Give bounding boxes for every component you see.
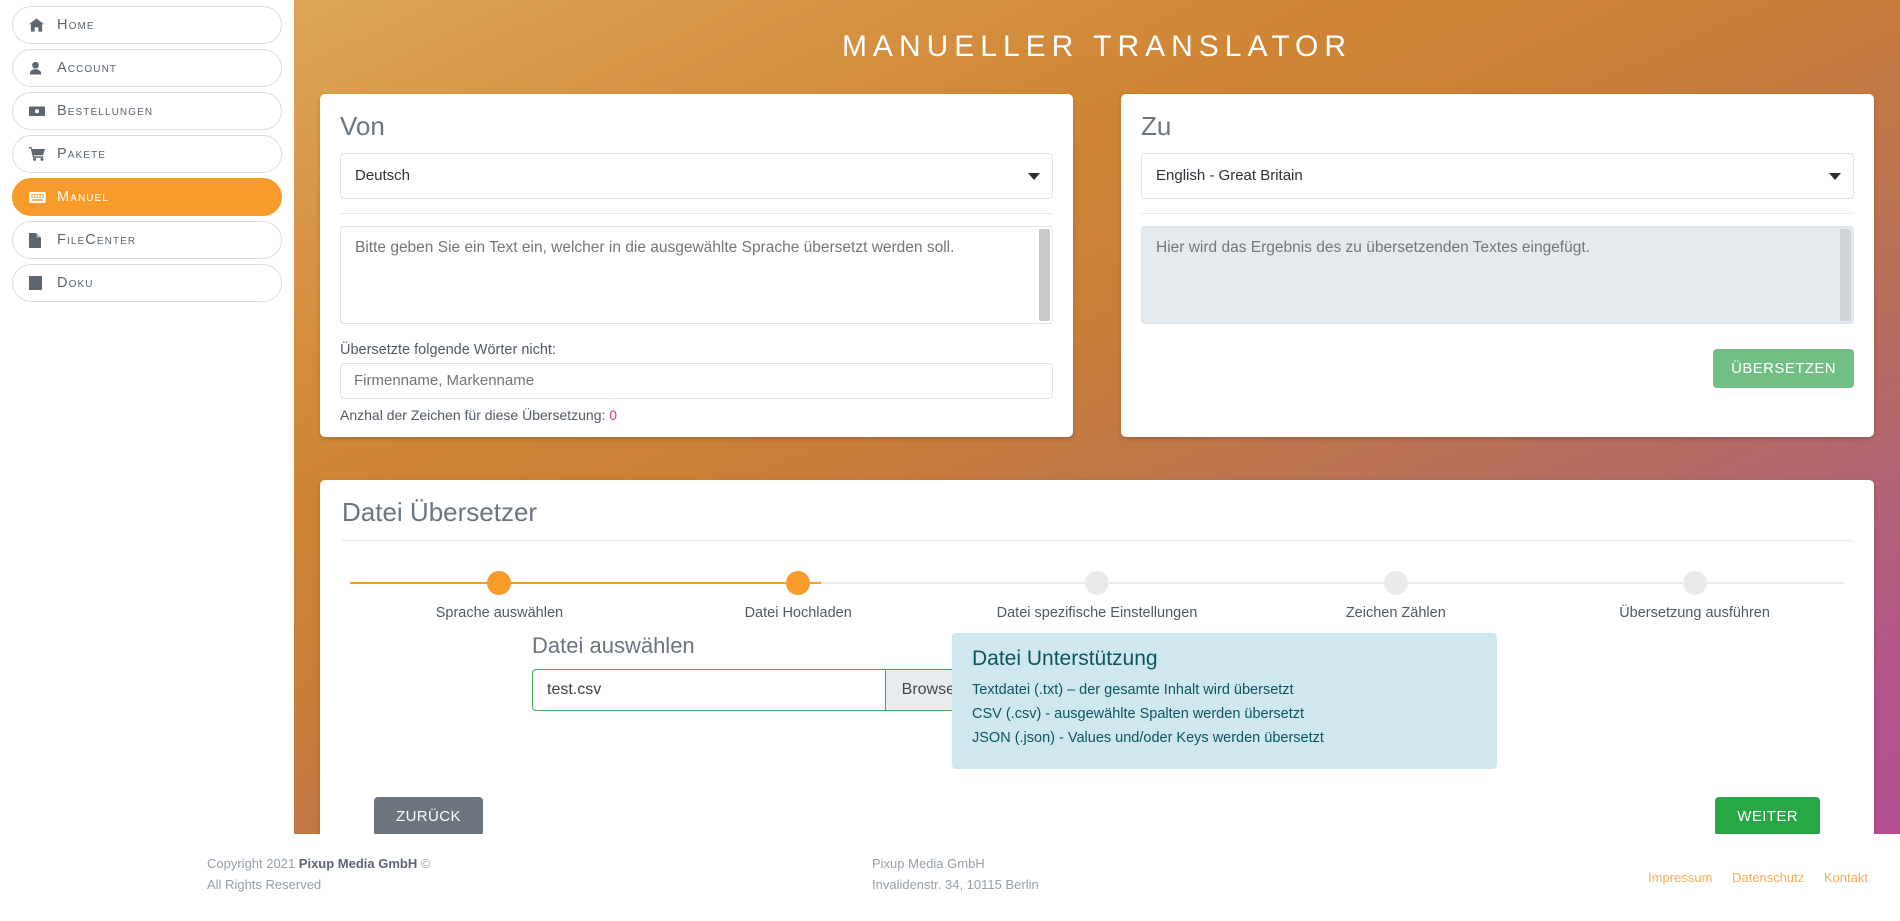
step-datei-hochladen[interactable]: Datei Hochladen (649, 565, 948, 621)
step-label: Datei spezifische Einstellungen (996, 605, 1198, 622)
page-title: Manueller Translator (841, 30, 1353, 63)
file-input-group[interactable]: test.csv Browse (532, 669, 972, 712)
file-icon (29, 232, 51, 248)
step-sprache-auswaehlen[interactable]: Sprache auswählen (350, 565, 649, 621)
exclude-words-input[interactable] (340, 362, 1053, 399)
divider (340, 212, 1053, 214)
translate-button[interactable]: ÜBERSETZEN (1713, 348, 1854, 388)
stepper-steps: Sprache auswählen Datei Hochladen Datei … (350, 565, 1844, 621)
source-language-select[interactable]: Deutsch (340, 152, 1053, 199)
sidebar-item-label: Account (57, 60, 118, 76)
footer-company: Pixup Media GmbH (872, 856, 985, 871)
sidebar-item-label: Manuel (57, 189, 110, 205)
target-card-title: Zu (1141, 111, 1172, 141)
source-card-title: Von (340, 111, 385, 141)
file-support-line: CSV (.csv) - ausgewählte Spalten werden … (972, 706, 1305, 723)
sidebar-item-label: FileCenter (57, 232, 137, 248)
file-action-buttons: ZURÜCK WEITER (342, 796, 1852, 836)
briefcase-icon (29, 105, 51, 117)
step-label: Datei Hochladen (744, 605, 852, 622)
divider (1141, 212, 1854, 214)
source-language-value: Deutsch (355, 167, 411, 185)
sidebar-item-label: Bestellungen (57, 103, 154, 119)
main-content: Manueller Translator Von Deutsch Überset… (294, 0, 1900, 921)
target-textarea-wrap (1141, 225, 1854, 329)
footer-address-block: Pixup Media GmbH Invalidenstr. 34, 10115… (872, 853, 1039, 896)
file-translator-card: Datei Übersetzer Sprache auswählen Datei… (320, 479, 1874, 862)
file-support-title: Datei Unterstützung (972, 647, 1158, 671)
footer-link-datenschutz[interactable]: Datenschutz (1732, 870, 1804, 885)
target-text-output (1141, 225, 1854, 324)
source-text-input[interactable] (340, 225, 1053, 324)
step-zeichen-zaehlen[interactable]: Zeichen Zählen (1246, 565, 1545, 621)
back-button[interactable]: ZURÜCK (374, 796, 483, 836)
user-icon (29, 61, 51, 75)
file-translator-title: Datei Übersetzer (342, 496, 538, 527)
footer-rights: All Rights Reserved (207, 877, 322, 893)
home-icon (29, 18, 51, 32)
sidebar: Home Account Bestellungen Pakete Manuel (0, 0, 294, 921)
sidebar-item-label: Home (57, 17, 95, 33)
sidebar-item-label: Doku (57, 275, 94, 291)
chevron-down-icon (1028, 172, 1040, 180)
file-support-info: Datei Unterstützung Textdatei (.txt) – d… (952, 633, 1497, 769)
sidebar-item-bestellungen[interactable]: Bestellungen (12, 92, 282, 130)
file-selection-block: Datei auswählen test.csv Browse (352, 633, 972, 769)
step-dot (1682, 571, 1707, 596)
translator-panels: Von Deutsch Übersetzte folgende Wörter n… (294, 94, 1900, 437)
step-dot (487, 571, 512, 596)
target-language-select[interactable]: English - Great Britain (1141, 152, 1854, 199)
sidebar-item-home[interactable]: Home (12, 6, 282, 44)
source-textarea-scrollbar[interactable] (1039, 228, 1050, 321)
step-label: Sprache auswählen (435, 605, 564, 622)
next-button[interactable]: WEITER (1715, 796, 1820, 836)
footer-link-kontakt[interactable]: Kontakt (1824, 870, 1868, 885)
step-dot (1084, 571, 1109, 596)
step-dot (786, 571, 811, 596)
target-card: Zu English - Great Britain ÜBERSETZEN (1121, 94, 1874, 437)
step-dot (1383, 571, 1408, 596)
target-language-value: English - Great Britain (1156, 167, 1303, 185)
file-support-line: Textdatei (.txt) – der gesamte Inhalt wi… (972, 682, 1294, 699)
sidebar-item-filecenter[interactable]: FileCenter (12, 221, 282, 259)
step-label: Übersetzung ausführen (1619, 605, 1770, 622)
footer-link-impressum[interactable]: Impressum (1648, 870, 1712, 885)
target-textarea-scrollbar[interactable] (1840, 228, 1851, 321)
selected-file-name: test.csv (547, 681, 602, 699)
footer: Copyright 2021 Pixup Media GmbH © All Ri… (0, 834, 1900, 921)
sidebar-item-account[interactable]: Account (12, 49, 282, 87)
character-count-label: Anzhal der Zeichen für diese Übersetzung… (340, 406, 606, 423)
source-card: Von Deutsch Übersetzte folgende Wörter n… (320, 94, 1073, 437)
step-uebersetzung-ausfuehren[interactable]: Übersetzung ausführen (1545, 565, 1844, 621)
sidebar-item-label: Pakete (57, 146, 107, 162)
footer-copyright-prefix: Copyright 2021 (207, 856, 299, 871)
footer-links: Impressum Datenschutz Kontakt (1632, 870, 1868, 885)
footer-copyright-line: Copyright 2021 Pixup Media GmbH © (207, 853, 430, 874)
book-icon (29, 276, 51, 290)
character-count: Anzhal der Zeichen für diese Übersetzung… (340, 407, 1053, 423)
app-root: Home Account Bestellungen Pakete Manuel (0, 0, 1900, 921)
exclude-words-label: Übersetzte folgende Wörter nicht: (340, 341, 556, 358)
sidebar-item-manuel[interactable]: Manuel (12, 178, 282, 216)
sidebar-item-doku[interactable]: Doku (12, 264, 282, 302)
step-datei-spezifische-einstellungen[interactable]: Datei spezifische Einstellungen (948, 565, 1247, 621)
file-selection-row: Datei auswählen test.csv Browse Datei Un… (342, 633, 1852, 769)
source-textarea-wrap (340, 225, 1053, 329)
file-support-line: JSON (.json) - Values und/oder Keys werd… (972, 730, 1324, 747)
keyboard-icon (29, 191, 51, 203)
progress-stepper: Sprache auswählen Datei Hochladen Datei … (350, 565, 1844, 627)
divider (342, 540, 1852, 542)
character-count-value: 0 (609, 406, 618, 423)
footer-copyright-suffix: © (417, 856, 431, 871)
sidebar-item-pakete[interactable]: Pakete (12, 135, 282, 173)
choose-file-heading: Datei auswählen (532, 633, 695, 659)
chevron-down-icon (1829, 172, 1841, 180)
shopping-cart-icon (29, 147, 51, 161)
footer-company-bold: Pixup Media GmbH (298, 856, 418, 871)
footer-copyright: Copyright 2021 Pixup Media GmbH © All Ri… (207, 853, 430, 896)
step-label: Zeichen Zählen (1345, 605, 1446, 622)
footer-address: Invalidenstr. 34, 10115 Berlin (872, 877, 1039, 893)
